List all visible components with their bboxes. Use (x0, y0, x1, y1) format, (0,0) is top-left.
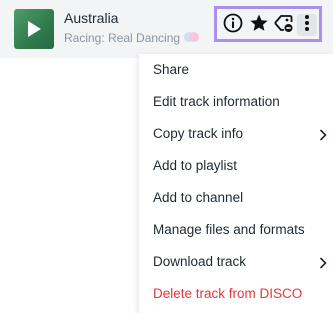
track-row[interactable]: Australia Racing: Real Dancing (0, 0, 333, 58)
status-dot (189, 32, 199, 42)
info-button[interactable] (222, 13, 244, 38)
menu-item-download-track[interactable]: Download track (139, 246, 333, 278)
menu-item-label: Share (153, 62, 190, 77)
play-icon (26, 20, 42, 38)
track-title[interactable]: Australia (64, 10, 118, 26)
track-artwork-play-button[interactable] (14, 9, 54, 49)
chevron-right-icon (319, 128, 327, 146)
info-icon (223, 13, 243, 38)
menu-item-label: Edit track information (153, 94, 280, 109)
menu-item-edit-track-information[interactable]: Edit track information (139, 86, 333, 118)
menu-item-label: Add to channel (153, 190, 244, 205)
more-vertical-icon (304, 14, 310, 37)
menu-item-copy-track-info[interactable]: Copy track info (139, 118, 333, 150)
menu-item-add-to-channel[interactable]: Add to channel (139, 182, 333, 214)
track-context-menu: Share Edit track information Copy track … (139, 54, 333, 313)
page: Australia Racing: Real Dancing Share Edi… (0, 0, 333, 313)
menu-item-label: Add to playlist (153, 158, 238, 173)
menu-item-delete-track[interactable]: Delete track from DISCO (139, 278, 333, 310)
menu-item-label: Delete track from DISCO (153, 286, 303, 301)
star-icon (249, 13, 269, 38)
track-subtitle: Racing: Real Dancing (64, 31, 181, 45)
tag-icon (273, 13, 295, 38)
menu-item-add-to-playlist[interactable]: Add to playlist (139, 150, 333, 182)
tag-button[interactable] (273, 14, 295, 36)
chevron-right-icon (319, 256, 327, 274)
menu-item-label: Download track (153, 254, 247, 269)
more-options-button[interactable] (297, 14, 317, 36)
favorite-button[interactable] (248, 14, 270, 36)
menu-item-share[interactable]: Share (139, 54, 333, 86)
menu-item-label: Manage files and formats (153, 222, 305, 237)
menu-item-label: Copy track info (153, 126, 244, 141)
status-dots (184, 32, 199, 42)
menu-item-manage-files-and-formats[interactable]: Manage files and formats (139, 214, 333, 246)
track-actions (214, 6, 322, 42)
